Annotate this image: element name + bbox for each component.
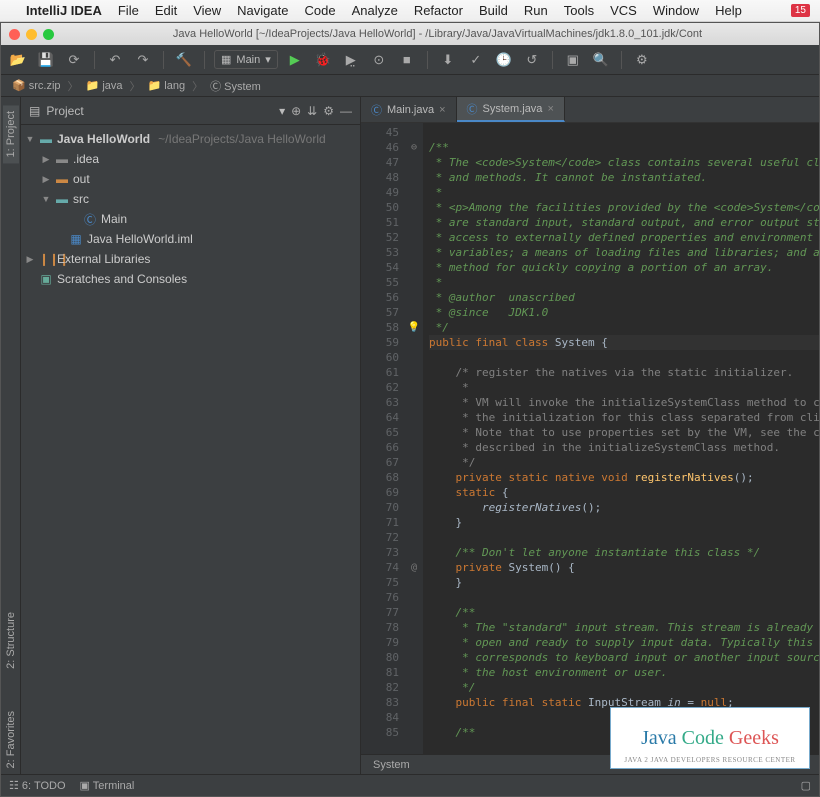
menu-analyze[interactable]: Analyze bbox=[352, 3, 398, 18]
project-tree[interactable]: ▼▬ Java HelloWorld ~/IdeaProjects/Java H… bbox=[21, 125, 360, 774]
breadcrumb-item[interactable]: Ⓒ System bbox=[205, 76, 266, 96]
project-structure-icon[interactable]: ▣ bbox=[562, 49, 584, 71]
gear-icon[interactable]: ⚙ bbox=[323, 104, 334, 118]
breadcrumb-item[interactable]: 📁 java bbox=[81, 77, 128, 94]
tree-folder-src[interactable]: ▼▬ src bbox=[21, 189, 360, 209]
chevron-down-icon: ▾ bbox=[265, 53, 271, 66]
menu-edit[interactable]: Edit bbox=[155, 3, 177, 18]
tree-folder-idea[interactable]: ▶▬ .idea bbox=[21, 149, 360, 169]
tree-scratches[interactable]: ▣ Scratches and Consoles bbox=[21, 269, 360, 289]
redo-icon[interactable]: ↷ bbox=[132, 49, 154, 71]
vcs-update-icon[interactable]: ⬇ bbox=[437, 49, 459, 71]
tool-structure-tab[interactable]: 2: Structure bbox=[3, 606, 19, 675]
tree-class-main[interactable]: Ⓒ Main bbox=[21, 209, 360, 229]
breadcrumb-item[interactable]: 📁 lang bbox=[143, 77, 191, 94]
menu-refactor[interactable]: Refactor bbox=[414, 3, 463, 18]
class-icon: Ⓒ bbox=[467, 101, 478, 117]
menu-navigate[interactable]: Navigate bbox=[237, 3, 288, 18]
tab-label: System.java bbox=[483, 103, 543, 115]
open-file-icon[interactable]: 📂 bbox=[7, 49, 29, 71]
tree-folder-out[interactable]: ▶▬ out bbox=[21, 169, 360, 189]
titlebar: Java HelloWorld [~/IdeaProjects/Java Hel… bbox=[1, 23, 819, 45]
locate-icon[interactable]: ⊕ bbox=[291, 104, 301, 118]
menu-run[interactable]: Run bbox=[524, 3, 548, 18]
editor-tab-system[interactable]: Ⓒ System.java × bbox=[457, 97, 565, 122]
ide-window: Java HelloWorld [~/IdeaProjects/Java Hel… bbox=[0, 22, 820, 797]
notification-badge[interactable]: 15 bbox=[791, 4, 810, 17]
run-coverage-icon[interactable]: ▶̤ bbox=[340, 49, 362, 71]
debug-icon[interactable]: 🐞 bbox=[312, 49, 334, 71]
menu-view[interactable]: View bbox=[193, 3, 221, 18]
macos-menubar: IntelliJ IDEA File Edit View Navigate Co… bbox=[0, 0, 820, 22]
window-title: Java HelloWorld [~/IdeaProjects/Java Hel… bbox=[64, 28, 811, 40]
breadcrumb-item[interactable]: 📦 src.zip bbox=[7, 77, 66, 94]
main-toolbar: 📂 💾 ⟳ ↶ ↷ 🔨 ▦ Main ▾ ▶ 🐞 ▶̤ ⊙ ■ ⬇ ✓ 🕒 ↺ … bbox=[1, 45, 819, 75]
status-bar: ☷ 6: TODO ▣ Terminal ▢ bbox=[1, 774, 819, 796]
save-icon[interactable]: 💾 bbox=[35, 49, 57, 71]
tab-label: Main.java bbox=[387, 104, 434, 116]
menu-file[interactable]: File bbox=[118, 3, 139, 18]
run-config-label: Main bbox=[236, 54, 260, 66]
project-panel: ▤ Project ▾ ⊕ ⇊ ⚙ — ▼▬ Java HelloWorld ~… bbox=[21, 97, 361, 774]
hide-icon[interactable]: — bbox=[340, 104, 352, 118]
panel-title: Project bbox=[46, 104, 273, 118]
tree-external-libs[interactable]: ▶❙❙❙ External Libraries bbox=[21, 249, 360, 269]
run-config-icon: ▦ bbox=[221, 53, 231, 66]
left-tool-stripe: 1: Project 2: Structure 2: Favorites bbox=[1, 97, 21, 774]
menu-code[interactable]: Code bbox=[304, 3, 335, 18]
tree-root[interactable]: ▼▬ Java HelloWorld ~/IdeaProjects/Java H… bbox=[21, 129, 360, 149]
editor-area: Ⓒ Main.java × Ⓒ System.java × 4546474849… bbox=[361, 97, 819, 774]
close-icon[interactable]: × bbox=[547, 103, 553, 115]
tree-file-iml[interactable]: ▦ Java HelloWorld.iml bbox=[21, 229, 360, 249]
menu-vcs[interactable]: VCS bbox=[610, 3, 637, 18]
sync-icon[interactable]: ⟳ bbox=[63, 49, 85, 71]
window-close-icon[interactable] bbox=[9, 29, 20, 40]
build-icon[interactable]: 🔨 bbox=[173, 49, 195, 71]
profile-icon[interactable]: ⊙ bbox=[368, 49, 390, 71]
run-config-selector[interactable]: ▦ Main ▾ bbox=[214, 50, 278, 69]
app-name[interactable]: IntelliJ IDEA bbox=[26, 3, 102, 18]
undo-icon[interactable]: ↶ bbox=[104, 49, 126, 71]
code-editor[interactable]: 4546474849505152535455565758596061626364… bbox=[361, 123, 819, 754]
window-minimize-icon[interactable] bbox=[26, 29, 37, 40]
stop-icon[interactable]: ■ bbox=[396, 49, 418, 71]
settings-icon[interactable]: ⚙ bbox=[631, 49, 653, 71]
status-empty-icon[interactable]: ▢ bbox=[801, 779, 811, 792]
terminal-tool-button[interactable]: ▣ Terminal bbox=[80, 779, 135, 792]
menu-tools[interactable]: Tools bbox=[564, 3, 594, 18]
collapse-icon[interactable]: ⇊ bbox=[307, 104, 317, 118]
close-icon[interactable]: × bbox=[439, 104, 445, 116]
editor-tabs: Ⓒ Main.java × Ⓒ System.java × bbox=[361, 97, 819, 123]
folder-icon: ▤ bbox=[29, 104, 40, 118]
vcs-revert-icon[interactable]: ↺ bbox=[521, 49, 543, 71]
class-icon: Ⓒ bbox=[371, 102, 382, 118]
watermark-logo: Java Code Geeks JAVA 2 JAVA DEVELOPERS R… bbox=[610, 707, 810, 769]
marker-margin: ⊖💡@ bbox=[405, 123, 423, 754]
todo-tool-button[interactable]: ☷ 6: TODO bbox=[9, 779, 66, 792]
window-maximize-icon[interactable] bbox=[43, 29, 54, 40]
chevron-down-icon[interactable]: ▾ bbox=[279, 104, 285, 118]
menu-window[interactable]: Window bbox=[653, 3, 699, 18]
run-icon[interactable]: ▶ bbox=[284, 49, 306, 71]
menu-help[interactable]: Help bbox=[715, 3, 742, 18]
vcs-history-icon[interactable]: 🕒 bbox=[493, 49, 515, 71]
vcs-commit-icon[interactable]: ✓ bbox=[465, 49, 487, 71]
breadcrumb: 📦 src.zip 〉 📁 java 〉 📁 lang 〉 Ⓒ System bbox=[1, 75, 819, 97]
line-number-gutter: 4546474849505152535455565758596061626364… bbox=[361, 123, 405, 754]
tool-project-tab[interactable]: 1: Project bbox=[3, 105, 19, 163]
editor-tab-main[interactable]: Ⓒ Main.java × bbox=[361, 97, 457, 122]
project-panel-header: ▤ Project ▾ ⊕ ⇊ ⚙ — bbox=[21, 97, 360, 125]
code-content[interactable]: /** * The <code>System</code> class cont… bbox=[423, 123, 819, 754]
tool-favorites-tab[interactable]: 2: Favorites bbox=[3, 705, 19, 774]
search-icon[interactable]: 🔍 bbox=[590, 49, 612, 71]
menu-build[interactable]: Build bbox=[479, 3, 508, 18]
